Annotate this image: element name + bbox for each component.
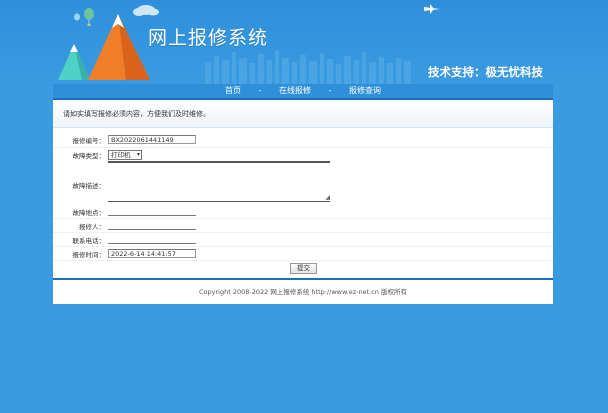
submit-button[interactable]: 提交 bbox=[290, 263, 317, 274]
fault-desc-label: 故障描述： bbox=[72, 182, 106, 190]
copyright-text: Copyright 2008-2022 网上报修系统 http://www.ez… bbox=[199, 288, 407, 296]
repair-no-label: 报修编号： bbox=[72, 137, 106, 145]
report-time-input[interactable]: 2022-6-14 14:41:57 bbox=[108, 249, 196, 258]
header-banner: 网上报修系统 技术支持：极无忧科技 bbox=[0, 0, 608, 84]
repair-form-panel: 请如实填写报修必须内容，方便我们及时维修。 报修编号： BX2022061441… bbox=[53, 98, 553, 278]
resize-handle-icon[interactable]: ◢ bbox=[325, 195, 330, 201]
reporter-input[interactable] bbox=[108, 221, 196, 230]
phone-label: 联系电话： bbox=[72, 237, 106, 245]
row-divider bbox=[53, 232, 553, 233]
row-divider bbox=[53, 246, 553, 247]
top-nav: 首页 - 在线报修 - 报修查询 bbox=[53, 84, 553, 98]
reporter-label: 报修人： bbox=[79, 223, 105, 231]
nav-item-home[interactable]: 首页 bbox=[225, 84, 241, 98]
footer: Copyright 2008-2022 网上报修系统 http://www.ez… bbox=[53, 278, 553, 304]
fault-desc-textarea[interactable]: ◢ bbox=[108, 162, 330, 202]
nav-item-repair-query[interactable]: 报修查询 bbox=[349, 84, 381, 98]
form-notice: 请如实填写报修必须内容，方便我们及时维修。 bbox=[53, 100, 553, 128]
row-divider bbox=[53, 218, 553, 219]
fault-type-label: 故障类型： bbox=[72, 152, 106, 160]
fault-type-selected: 打印机 bbox=[111, 151, 131, 159]
row-divider bbox=[53, 260, 553, 261]
tech-support-text: 技术支持：极无忧科技 bbox=[428, 65, 543, 79]
report-time-label: 报修时间： bbox=[72, 251, 106, 259]
system-title: 网上报修系统 bbox=[148, 27, 269, 49]
fault-location-label: 故障地点： bbox=[72, 209, 106, 217]
chevron-down-icon: ▾ bbox=[136, 151, 140, 158]
nav-separator: - bbox=[258, 86, 262, 95]
fault-location-input[interactable] bbox=[108, 207, 196, 216]
phone-input[interactable] bbox=[108, 235, 196, 244]
fault-type-select[interactable]: 打印机 ▾ bbox=[108, 150, 142, 160]
nav-separator: - bbox=[328, 86, 332, 95]
repair-no-input[interactable]: BX2022061441149 bbox=[108, 135, 196, 144]
row-divider bbox=[53, 147, 553, 148]
nav-item-online-repair[interactable]: 在线报修 bbox=[279, 84, 311, 98]
